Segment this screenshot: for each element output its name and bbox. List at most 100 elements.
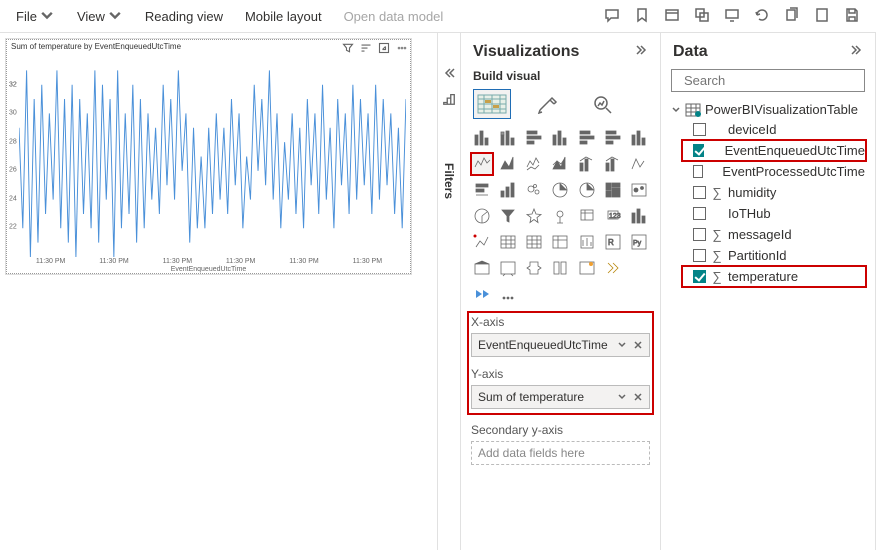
viz-type-39[interactable] xyxy=(576,257,598,279)
chevron-down-icon[interactable] xyxy=(617,392,627,402)
viz-type-10[interactable] xyxy=(549,153,571,175)
viz-type-12[interactable] xyxy=(602,153,624,175)
format-visual-mode[interactable] xyxy=(529,89,567,119)
checkbox[interactable] xyxy=(693,270,706,283)
viz-type-22[interactable] xyxy=(497,205,519,227)
build-visual-mode[interactable] xyxy=(473,89,511,119)
checkbox[interactable] xyxy=(693,144,704,157)
viz-type-15[interactable] xyxy=(497,179,519,201)
viz-type-4[interactable] xyxy=(576,127,598,149)
viz-type-26[interactable]: 123 xyxy=(602,205,624,227)
x-axis-well[interactable]: EventEnqueuedUtcTime xyxy=(471,333,650,357)
viz-type-5[interactable] xyxy=(602,127,624,149)
checkbox[interactable] xyxy=(693,228,706,241)
viz-type-34[interactable]: Py xyxy=(628,231,650,253)
x-tick: 11:30 PM xyxy=(226,258,255,265)
y-axis-well[interactable]: Sum of temperature xyxy=(471,385,650,409)
table-node[interactable]: PowerBIVisualizationTable xyxy=(671,100,865,119)
viz-type-20[interactable] xyxy=(628,179,650,201)
present-icon[interactable] xyxy=(724,7,740,26)
remove-y-field-icon[interactable] xyxy=(633,392,643,402)
viz-type-35[interactable] xyxy=(471,257,493,279)
secondary-y-well[interactable]: Add data fields here xyxy=(471,441,650,465)
menu-file[interactable]: File xyxy=(8,4,63,28)
filter-icon[interactable] xyxy=(342,42,354,57)
remove-x-field-icon[interactable] xyxy=(633,340,643,350)
viz-type-27[interactable] xyxy=(628,205,650,227)
viz-type-30[interactable] xyxy=(523,231,545,253)
refresh-icon[interactable] xyxy=(754,7,770,26)
expand-filters-icon[interactable] xyxy=(443,67,455,82)
filters-pane[interactable]: Filters xyxy=(437,33,461,550)
viz-type-8[interactable] xyxy=(497,153,519,175)
viz-type-3[interactable] xyxy=(549,127,571,149)
collapse-viz-icon[interactable] xyxy=(636,43,648,61)
viz-type-14[interactable] xyxy=(471,179,493,201)
viz-type-37[interactable] xyxy=(523,257,545,279)
view-icon[interactable] xyxy=(664,7,680,26)
plot-area xyxy=(19,56,406,257)
chevron-down-icon[interactable] xyxy=(617,340,627,350)
field-temperature[interactable]: ∑temperature xyxy=(671,266,865,287)
search-box[interactable] xyxy=(671,69,865,92)
viz-type-29[interactable] xyxy=(497,231,519,253)
viz-type-31[interactable] xyxy=(549,231,571,253)
bookmark-icon[interactable] xyxy=(634,7,650,26)
checkbox[interactable] xyxy=(693,186,706,199)
field-IoTHub[interactable]: IoTHub xyxy=(671,203,865,224)
menu-view[interactable]: View xyxy=(69,4,131,28)
viz-type-32[interactable] xyxy=(576,231,598,253)
viz-type-1[interactable] xyxy=(497,127,519,149)
viz-type-11[interactable] xyxy=(576,153,598,175)
viz-type-24[interactable] xyxy=(549,205,571,227)
checkbox[interactable] xyxy=(693,207,706,220)
viz-type-2[interactable] xyxy=(523,127,545,149)
collapse-data-icon[interactable] xyxy=(851,43,863,61)
viz-type-18[interactable] xyxy=(576,179,598,201)
viz-type-16[interactable] xyxy=(523,179,545,201)
viz-type-33[interactable]: R xyxy=(602,231,624,253)
line-chart-visual[interactable]: Sum of temperature by EventEnqueuedUtcTi… xyxy=(6,39,411,274)
viz-type-25[interactable] xyxy=(576,205,598,227)
field-PartitionId[interactable]: ∑PartitionId xyxy=(671,245,865,266)
field-deviceId[interactable]: deviceId xyxy=(671,119,865,140)
viz-type-0[interactable] xyxy=(471,127,493,149)
checkbox[interactable] xyxy=(693,123,706,136)
field-EventEnqueuedUtcTime[interactable]: EventEnqueuedUtcTime xyxy=(671,140,865,161)
search-input[interactable] xyxy=(684,73,860,88)
viz-type-41[interactable] xyxy=(628,257,650,279)
menu-mobile-layout[interactable]: Mobile layout xyxy=(237,5,330,28)
viz-type-21[interactable] xyxy=(471,205,493,227)
viz-type-43[interactable] xyxy=(497,283,519,305)
more-icon[interactable] xyxy=(396,42,408,57)
viz-type-38[interactable] xyxy=(549,257,571,279)
viz-type-28[interactable] xyxy=(471,231,493,253)
report-canvas[interactable]: Sum of temperature by EventEnqueuedUtcTi… xyxy=(0,33,437,550)
checkbox[interactable] xyxy=(693,249,706,262)
viz-type-42[interactable] xyxy=(471,283,493,305)
field-messageId[interactable]: ∑messageId xyxy=(671,224,865,245)
chat-icon[interactable] xyxy=(604,7,620,26)
viz-type-19[interactable] xyxy=(602,179,624,201)
new-icon[interactable] xyxy=(814,7,830,26)
viz-type-9[interactable] xyxy=(523,153,545,175)
viz-type-23[interactable] xyxy=(523,205,545,227)
viz-type-17[interactable] xyxy=(549,179,571,201)
copy-icon[interactable] xyxy=(784,7,800,26)
viz-type-6[interactable] xyxy=(628,127,650,149)
viz-type-36[interactable] xyxy=(497,257,519,279)
checkbox[interactable] xyxy=(693,165,703,178)
field-EventProcessedUtcTime[interactable]: EventProcessedUtcTime xyxy=(671,161,865,182)
viz-type-40[interactable] xyxy=(602,257,624,279)
analytics-mode[interactable] xyxy=(585,89,623,119)
save-icon[interactable] xyxy=(844,7,860,26)
filters-label: Filters xyxy=(442,163,456,199)
menu-reading-view[interactable]: Reading view xyxy=(137,5,231,28)
layers-icon[interactable] xyxy=(694,7,710,26)
drill-icon[interactable] xyxy=(360,42,372,57)
focus-icon[interactable] xyxy=(378,42,390,57)
field-humidity[interactable]: ∑humidity xyxy=(671,182,865,203)
chevron-down-icon[interactable] xyxy=(671,105,681,115)
viz-type-7[interactable] xyxy=(471,153,493,175)
viz-type-13[interactable] xyxy=(628,153,650,175)
